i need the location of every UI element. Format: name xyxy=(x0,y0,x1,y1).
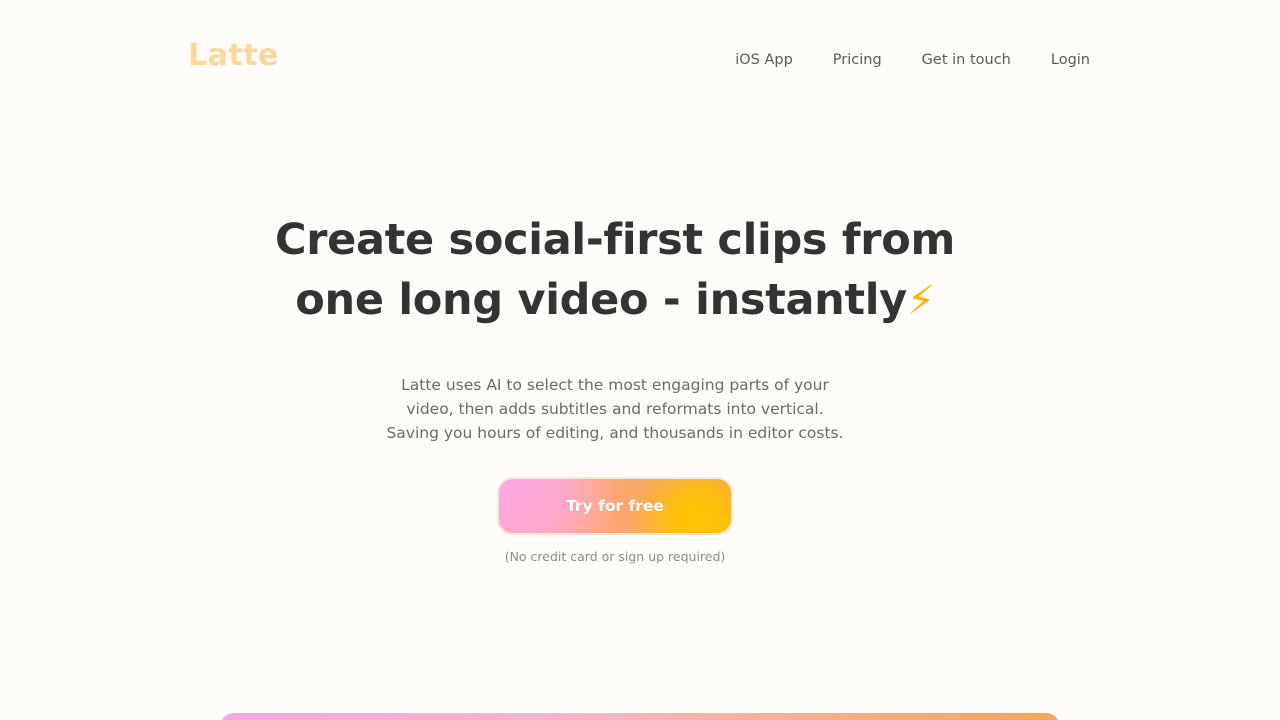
top-navigation: Latte iOS App Pricing Get in touch Login xyxy=(0,0,1280,120)
nav-link-get-in-touch[interactable]: Get in touch xyxy=(922,49,1011,71)
latte-logo[interactable]: Latte xyxy=(188,36,279,76)
nav-links: iOS App Pricing Get in touch Login xyxy=(735,49,1090,71)
hero-section: Create social-first clips from one long … xyxy=(0,210,1230,564)
nav-link-ios-app[interactable]: iOS App xyxy=(735,49,793,71)
try-for-free-button[interactable]: Try for free xyxy=(497,477,733,535)
subtitle-line-1: Latte uses AI to select the most engagin… xyxy=(401,376,829,394)
landing-page: Latte iOS App Pricing Get in touch Login… xyxy=(0,0,1280,720)
headline-line-2: one long video - instantly xyxy=(295,275,907,325)
subtitle-line-3: Saving you hours of editing, and thousan… xyxy=(386,424,844,442)
hero-headline: Create social-first clips from one long … xyxy=(235,210,995,331)
nav-link-login[interactable]: Login xyxy=(1051,49,1090,71)
cta-container: Try for free (No credit card or sign up … xyxy=(0,477,1230,564)
nav-link-pricing[interactable]: Pricing xyxy=(833,49,882,71)
subtitle-line-2: video, then adds subtitles and reformats… xyxy=(406,400,824,418)
hero-subtitle: Latte uses AI to select the most engagin… xyxy=(355,373,875,445)
gradient-preview-band xyxy=(220,713,1060,720)
headline-line-1: Create social-first clips from xyxy=(275,215,955,265)
lightning-icon: ⚡ xyxy=(906,278,935,324)
cta-note: (No credit card or sign up required) xyxy=(504,549,726,564)
